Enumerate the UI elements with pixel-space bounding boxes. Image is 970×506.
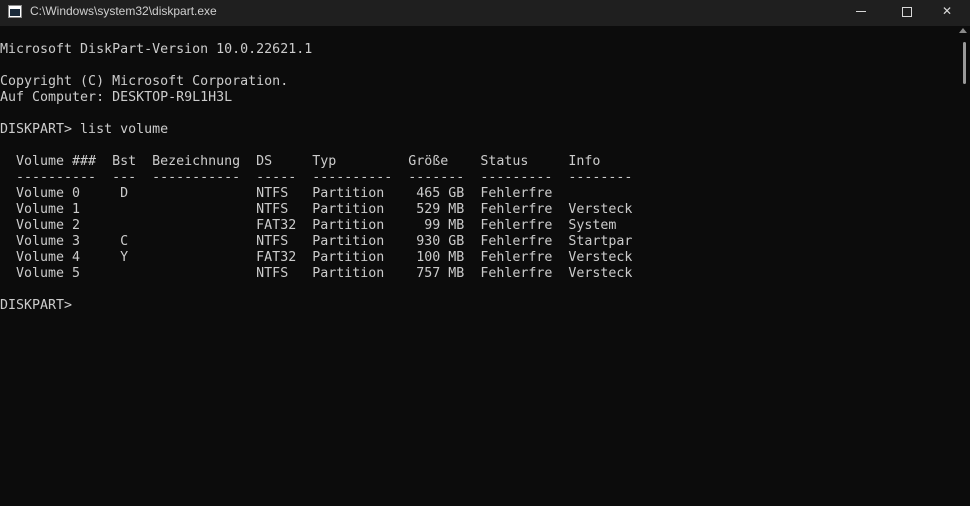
console-line-copyright: Copyright (C) Microsoft Corporation. [0, 74, 289, 89]
close-icon: ✕ [941, 4, 953, 18]
volume-table-separator: ---------- --- ----------- ----- -------… [0, 170, 633, 185]
console-line-version: Microsoft DiskPart-Version 10.0.22621.1 [0, 42, 313, 57]
minimize-button[interactable] [838, 0, 884, 26]
volume-table-row: Volume 4 Y FAT32 Partition 100 MB Fehler… [0, 250, 633, 265]
vertical-scrollbar[interactable] [958, 26, 970, 506]
console-prompt[interactable]: DISKPART> [0, 298, 72, 314]
maximize-icon [902, 6, 912, 17]
volume-table-row: Volume 0 D NTFS Partition 465 GB Fehlerf… [0, 186, 553, 201]
volume-table-header: Volume ### Bst Bezeichnung DS Typ Größe … [0, 154, 601, 169]
close-button[interactable]: ✕ [924, 0, 970, 26]
console-output[interactable]: Microsoft DiskPart-Version 10.0.22621.1 … [0, 26, 958, 506]
volume-table-row: Volume 3 C NTFS Partition 930 GB Fehlerf… [0, 234, 633, 249]
title-bar[interactable]: C:\Windows\system32\diskpart.exe ✕ [0, 0, 970, 26]
console-window: C:\Windows\system32\diskpart.exe ✕ Micro… [0, 0, 970, 506]
volume-table-row: Volume 1 NTFS Partition 529 MB Fehlerfre… [0, 202, 633, 217]
console-line-computer: Auf Computer: DESKTOP-R9L1H3L [0, 90, 233, 105]
window-title: C:\Windows\system32\diskpart.exe [30, 4, 217, 18]
scrollbar-thumb[interactable] [963, 42, 966, 84]
volume-table-row: Volume 2 FAT32 Partition 99 MB Fehlerfre… [0, 218, 617, 233]
minimize-icon [856, 11, 866, 12]
console-line-command: DISKPART> list volume [0, 122, 169, 137]
console-app-icon [8, 5, 22, 18]
volume-table-row: Volume 5 NTFS Partition 757 MB Fehlerfre… [0, 266, 633, 281]
scroll-up-arrow-icon[interactable] [959, 28, 967, 33]
